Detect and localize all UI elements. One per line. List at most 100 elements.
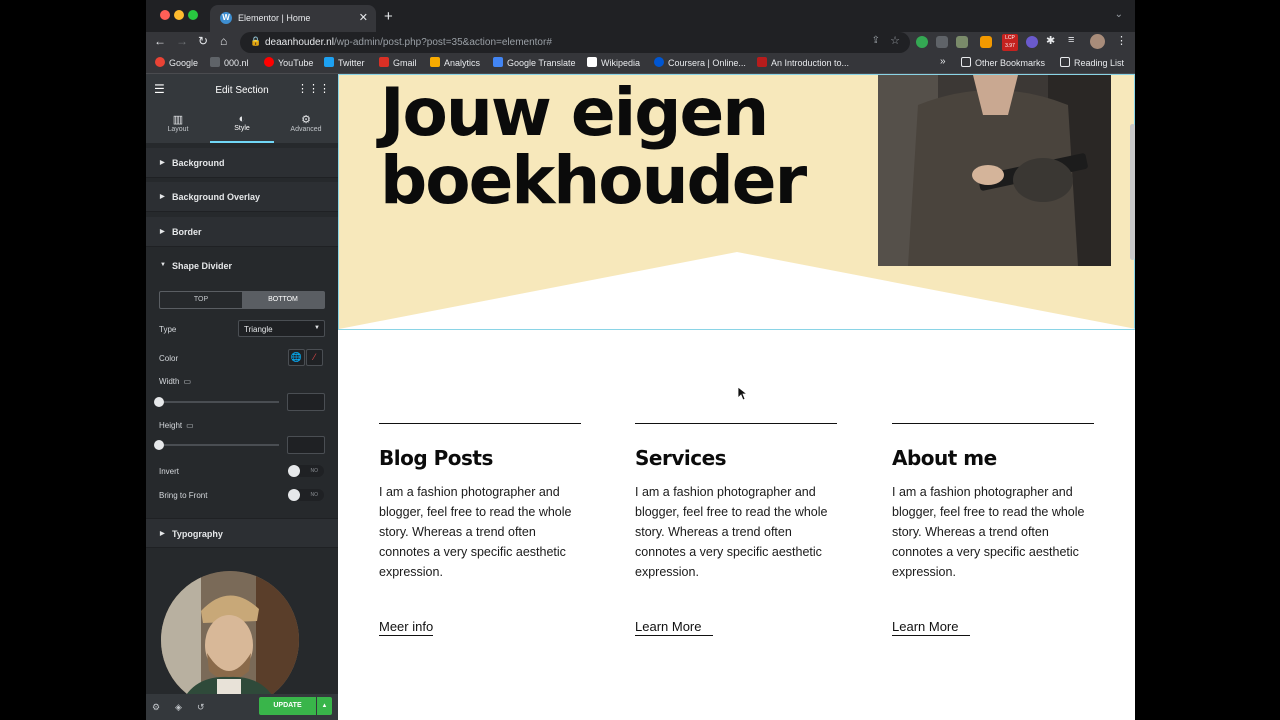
minimize-window-button[interactable]: [174, 10, 184, 20]
extensions-puzzle-icon[interactable]: ✱: [1046, 34, 1055, 47]
panel-header: ☰ Edit Section ⋮⋮⋮: [146, 74, 338, 106]
chevron-down-icon[interactable]: ⌄: [1115, 9, 1123, 20]
hero-photo[interactable]: [878, 75, 1111, 266]
reload-icon[interactable]: ↻: [198, 34, 208, 48]
bookmark-twitter[interactable]: Twitter: [324, 57, 365, 68]
invert-label: Invert: [159, 467, 180, 476]
google-icon: [155, 57, 165, 67]
caret-right-icon: ▶: [160, 194, 165, 200]
widgets-grid-icon[interactable]: ⋮⋮⋮: [297, 82, 330, 95]
width-label: Width ▭: [159, 377, 192, 386]
half-circle-icon: ◐: [238, 113, 246, 125]
browser-window: W Elementor | Home ✕ + ⌄ ← → ↻ ⌂ 🔒 deaan…: [146, 0, 1135, 720]
extension-green-icon[interactable]: [916, 36, 928, 48]
type-label: Type: [159, 325, 177, 334]
rss-icon[interactable]: [980, 36, 992, 48]
divider-line: [892, 423, 1094, 424]
divider-type-select[interactable]: Triangle ▼: [238, 320, 325, 337]
close-tab-icon[interactable]: ✕: [359, 11, 368, 24]
bookmark-wikipedia[interactable]: Wikipedia: [587, 57, 640, 68]
bookmark-google[interactable]: Google: [155, 57, 198, 68]
address-bar[interactable]: 🔒 deaanhouder.nl/wp-admin/post.php?post=…: [240, 32, 910, 53]
queue-icon[interactable]: ≡: [1068, 34, 1074, 46]
section-background[interactable]: ▶ Background: [146, 148, 338, 178]
hero-section[interactable]: Jouw eigen boekhouder: [338, 74, 1135, 330]
kebab-menu-icon[interactable]: ⋮: [1116, 34, 1127, 47]
twitter-icon: [324, 57, 334, 67]
bookmark-coursera[interactable]: Coursera | Online...: [654, 57, 746, 68]
star-icon[interactable]: ☆: [890, 34, 900, 47]
new-tab-icon[interactable]: +: [384, 8, 393, 25]
other-bookmarks[interactable]: Other Bookmarks: [961, 57, 1045, 68]
share-icon[interactable]: ⇪: [872, 35, 880, 46]
maximize-window-button[interactable]: [188, 10, 198, 20]
close-window-button[interactable]: [160, 10, 170, 20]
columns-icon: ▥: [172, 114, 184, 126]
settings-icon[interactable]: ⚙: [152, 702, 160, 713]
learn-more-link[interactable]: Learn More: [635, 619, 714, 636]
bookmark-000nl[interactable]: 000.nl: [210, 57, 249, 68]
hero-heading[interactable]: Jouw eigen boekhouder: [380, 79, 807, 215]
height-slider[interactable]: [154, 440, 279, 450]
height-slider-handle[interactable]: [154, 440, 164, 450]
bookmark-introduction[interactable]: An Introduction to...: [757, 57, 849, 68]
forward-icon[interactable]: →: [176, 34, 188, 48]
browser-tab[interactable]: W Elementor | Home ✕: [210, 5, 376, 32]
width-input[interactable]: [287, 393, 325, 411]
color-picker-button[interactable]: ⁄: [306, 349, 323, 366]
section-shape-divider[interactable]: ▼ Shape Divider: [146, 251, 338, 281]
tab-title: Elementor | Home: [238, 13, 311, 23]
extension-screen-icon[interactable]: [936, 36, 948, 48]
mouse-cursor-icon: [738, 387, 748, 401]
caret-down-icon: ▼: [160, 262, 166, 268]
home-icon[interactable]: ⌂: [220, 34, 227, 48]
section-typography[interactable]: ▶ Typography: [146, 518, 338, 548]
bookmarks-more-icon[interactable]: »: [940, 56, 946, 67]
profile-avatar[interactable]: [1090, 34, 1105, 49]
width-slider[interactable]: [154, 397, 279, 407]
global-color-icon[interactable]: 🌐: [288, 349, 305, 366]
extension-puzzle-icon[interactable]: [956, 36, 968, 48]
tab-layout[interactable]: ▥ Layout: [146, 106, 210, 143]
globe-icon: [210, 57, 220, 67]
height-input[interactable]: [287, 436, 325, 454]
history-icon[interactable]: ↺: [197, 702, 205, 713]
bookmark-analytics[interactable]: Analytics: [430, 57, 480, 68]
update-options-caret-icon[interactable]: ▲: [317, 697, 332, 715]
tab-style[interactable]: ◐ Style: [210, 106, 274, 143]
scrollbar[interactable]: [1130, 124, 1135, 260]
tab-advanced[interactable]: ⚙ Advanced: [274, 106, 338, 143]
gear-icon: ⚙: [301, 114, 311, 126]
column-body: I am a fashion photographer and blogger,…: [892, 485, 1085, 579]
section-border[interactable]: ▶ Border: [146, 217, 338, 247]
reading-list[interactable]: Reading List: [1060, 57, 1124, 68]
update-button[interactable]: UPDATE: [259, 697, 316, 715]
browser-toolbar: ← → ↻ ⌂ 🔒 deaanhouder.nl/wp-admin/post.p…: [146, 32, 1135, 53]
column-blog-posts: Blog Posts I am a fashion photographer a…: [379, 423, 581, 636]
switch-top[interactable]: TOP: [160, 292, 242, 308]
invert-toggle[interactable]: NO: [288, 465, 324, 477]
column-services: Services I am a fashion photographer and…: [635, 423, 837, 636]
lcp-extension-icon[interactable]: LCP 3.97: [1002, 34, 1018, 51]
caret-right-icon: ▶: [160, 229, 165, 235]
extension-gear-icon[interactable]: [1026, 36, 1038, 48]
switch-bottom[interactable]: BOTTOM: [242, 292, 324, 308]
divider-position-switcher: TOP BOTTOM: [159, 291, 325, 309]
back-icon[interactable]: ←: [154, 34, 166, 48]
width-slider-handle[interactable]: [154, 397, 164, 407]
section-background-overlay[interactable]: ▶ Background Overlay: [146, 182, 338, 212]
learn-more-link[interactable]: Learn More: [892, 619, 971, 636]
divider-line: [635, 423, 837, 424]
column-body: I am a fashion photographer and blogger,…: [635, 485, 828, 579]
color-label: Color: [159, 354, 179, 363]
meer-info-link[interactable]: Meer info: [379, 619, 434, 636]
triangle-shape-divider: [339, 252, 1135, 329]
panel-tabs: ▥ Layout ◐ Style ⚙ Advanced: [146, 106, 338, 143]
navigator-layers-icon[interactable]: ◈: [175, 702, 182, 713]
bookmark-gmail[interactable]: Gmail: [379, 57, 417, 68]
gmail-icon: [379, 57, 389, 67]
column-title: Blog Posts: [379, 446, 493, 470]
bookmark-google-translate[interactable]: Google Translate: [493, 57, 576, 68]
bring-to-front-toggle[interactable]: NO: [288, 489, 324, 501]
bookmark-youtube[interactable]: YouTube: [264, 57, 313, 68]
